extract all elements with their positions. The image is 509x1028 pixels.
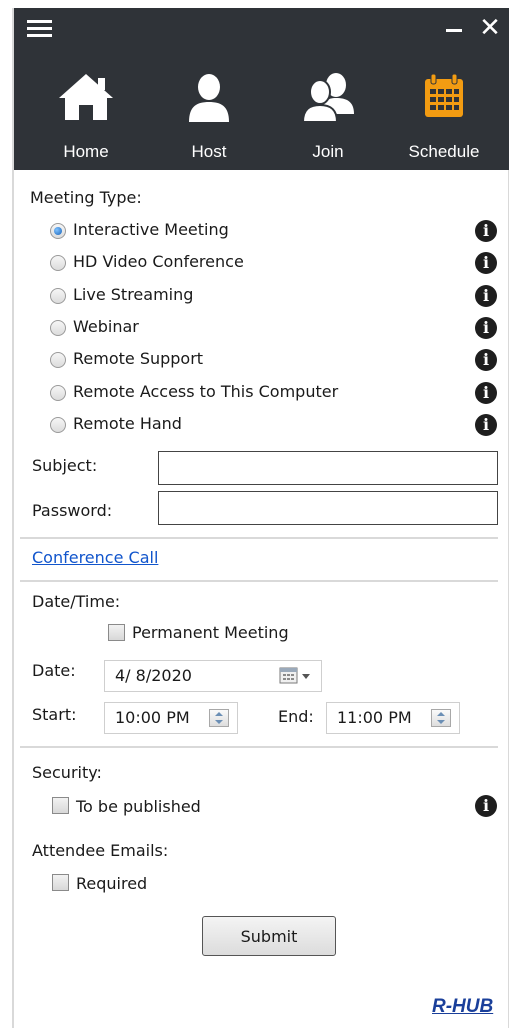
meeting-type-heading: Meeting Type:: [30, 188, 142, 207]
divider: [20, 537, 498, 539]
end-time-field[interactable]: 11:00 PM: [326, 702, 460, 734]
radio-option-remote-hand[interactable]: Remote Hand: [50, 413, 500, 439]
radio-button[interactable]: [50, 385, 66, 401]
submit-button[interactable]: Submit: [202, 916, 336, 956]
radio-label: HD Video Conference: [73, 252, 244, 271]
radio-option-interactive-meeting[interactable]: Interactive Meeting: [50, 219, 500, 245]
radio-option-live-streaming[interactable]: Live Streaming: [50, 284, 500, 310]
start-time-value: 10:00 PM: [115, 708, 190, 727]
date-value: 4/ 8/2020: [115, 666, 192, 685]
menu-icon[interactable]: [27, 20, 52, 38]
tab-schedule[interactable]: Schedule: [394, 66, 494, 166]
permanent-meeting-checkbox[interactable]: [108, 624, 125, 641]
info-icon[interactable]: i: [475, 252, 497, 274]
start-label: Start:: [32, 705, 77, 724]
conference-call-link[interactable]: Conference Call: [32, 548, 158, 567]
end-time-value: 11:00 PM: [337, 708, 412, 727]
divider: [20, 580, 498, 582]
attendee-emails-heading: Attendee Emails:: [32, 841, 169, 860]
info-icon[interactable]: i: [475, 414, 497, 436]
to-be-published-label: To be published: [76, 797, 201, 816]
subject-label: Subject:: [32, 456, 98, 475]
tab-host[interactable]: Host: [159, 66, 259, 166]
info-icon[interactable]: i: [475, 382, 497, 404]
radio-option-webinar[interactable]: Webinar: [50, 316, 500, 342]
radio-option-remote-support[interactable]: Remote Support: [50, 348, 500, 374]
info-icon[interactable]: i: [475, 317, 497, 339]
radio-label: Interactive Meeting: [73, 220, 229, 239]
radio-button[interactable]: [50, 288, 66, 304]
tab-join-label: Join: [312, 142, 344, 161]
radio-label: Remote Access to This Computer: [73, 382, 339, 401]
titlebar: ✕: [14, 8, 509, 48]
radio-button[interactable]: [50, 255, 66, 271]
rhub-logo[interactable]: R-HUB: [432, 996, 493, 1018]
password-input[interactable]: [158, 491, 498, 525]
radio-button[interactable]: [50, 320, 66, 336]
end-time-spinner[interactable]: [431, 709, 451, 727]
date-label: Date:: [32, 661, 76, 680]
security-heading: Security:: [32, 763, 102, 782]
divider: [20, 746, 498, 748]
person-icon: [189, 74, 229, 122]
date-picker[interactable]: 4/ 8/2020: [104, 660, 322, 692]
datetime-heading: Date/Time:: [32, 592, 121, 611]
end-label: End:: [278, 707, 314, 726]
radio-option-hd-video-conference[interactable]: HD Video Conference: [50, 251, 500, 277]
radio-option-remote-access[interactable]: Remote Access to This Computer: [50, 381, 500, 407]
radio-label: Remote Support: [73, 349, 204, 368]
subject-input[interactable]: [158, 451, 498, 485]
permanent-meeting-label: Permanent Meeting: [132, 623, 289, 642]
minimize-button[interactable]: [442, 14, 466, 42]
password-label: Password:: [32, 501, 113, 520]
nav-tabs: Home Host Join Schedule: [14, 66, 509, 170]
to-be-published-checkbox[interactable]: [52, 797, 69, 814]
required-label: Required: [76, 874, 148, 893]
close-button[interactable]: ✕: [478, 14, 502, 42]
tab-join[interactable]: Join: [278, 66, 378, 166]
tab-home-label: Home: [63, 142, 109, 161]
tab-schedule-label: Schedule: [408, 142, 480, 161]
start-time-spinner[interactable]: [209, 709, 229, 727]
radio-button[interactable]: [50, 417, 66, 433]
radio-label: Webinar: [73, 317, 139, 336]
tab-home[interactable]: Home: [36, 66, 136, 166]
tab-host-label: Host: [191, 142, 227, 161]
radio-label: Remote Hand: [73, 414, 182, 433]
calendar-icon: [425, 73, 463, 117]
radio-button[interactable]: [50, 223, 66, 239]
home-icon: [59, 74, 113, 120]
info-icon[interactable]: i: [475, 795, 497, 817]
info-icon[interactable]: i: [475, 220, 497, 242]
app-window: ✕ Home Host Join Schedule Meeting Type: …: [12, 8, 509, 1028]
header: ✕ Home Host Join Schedule: [14, 8, 509, 170]
info-icon[interactable]: i: [475, 349, 497, 371]
start-time-field[interactable]: 10:00 PM: [104, 702, 238, 734]
info-icon[interactable]: i: [475, 285, 497, 307]
radio-label: Live Streaming: [73, 285, 194, 304]
required-checkbox[interactable]: [52, 874, 69, 891]
radio-button[interactable]: [50, 352, 66, 368]
calendar-dropdown-icon[interactable]: [279, 666, 315, 686]
people-icon: [301, 73, 354, 123]
